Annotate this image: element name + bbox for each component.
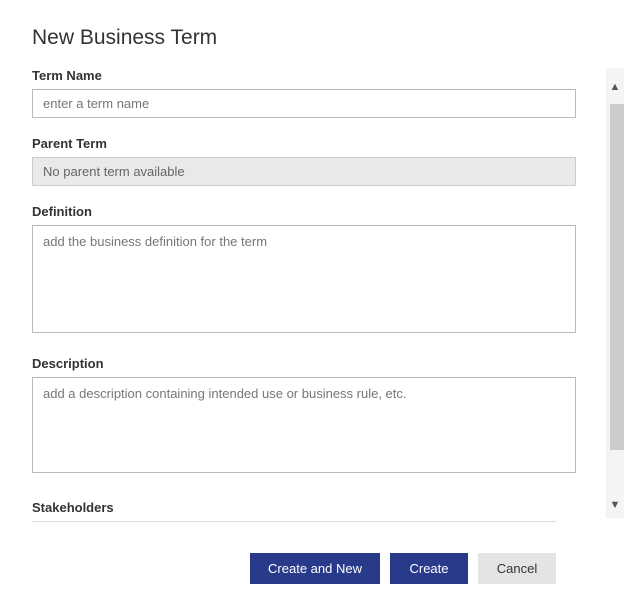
new-business-term-dialog: New Business Term Term Name Parent Term … (0, 0, 588, 604)
dialog-title: New Business Term (32, 26, 556, 50)
description-group: Description (32, 356, 556, 478)
term-name-group: Term Name (32, 68, 556, 118)
scroll-up-icon[interactable]: ▲ (608, 80, 622, 94)
create-button[interactable]: Create (390, 553, 468, 584)
definition-group: Definition (32, 204, 556, 338)
definition-label: Definition (32, 204, 556, 219)
stakeholders-group: Stakeholders (32, 500, 556, 522)
button-row: Create and New Create Cancel (250, 553, 556, 584)
term-name-input[interactable] (32, 89, 576, 118)
term-name-label: Term Name (32, 68, 556, 83)
parent-term-label: Parent Term (32, 136, 556, 151)
create-and-new-button[interactable]: Create and New (250, 553, 380, 584)
parent-term-input (32, 157, 576, 186)
stakeholders-divider (32, 521, 556, 522)
cancel-button[interactable]: Cancel (478, 553, 556, 584)
scrollbar-thumb[interactable] (610, 104, 624, 450)
description-textarea[interactable] (32, 377, 576, 473)
stakeholders-label: Stakeholders (32, 500, 556, 515)
scroll-down-icon[interactable]: ▼ (608, 498, 622, 512)
parent-term-group: Parent Term (32, 136, 556, 186)
definition-textarea[interactable] (32, 225, 576, 333)
description-label: Description (32, 356, 556, 371)
